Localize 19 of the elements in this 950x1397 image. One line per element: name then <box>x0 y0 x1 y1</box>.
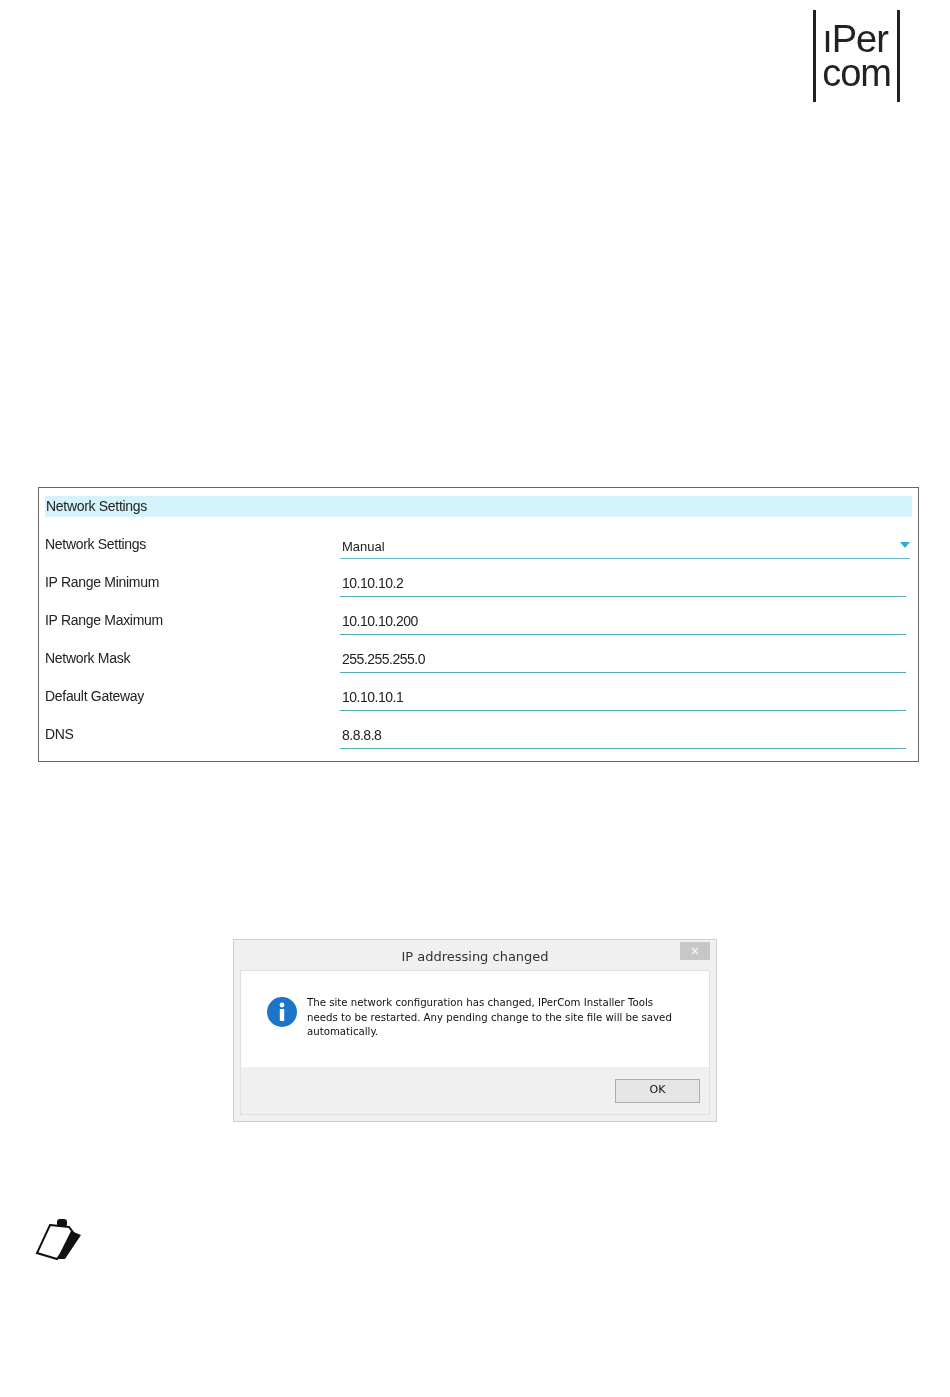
info-icon <box>267 997 297 1027</box>
field-label: IP Range Maximum <box>45 611 164 630</box>
field-label: Network Settings <box>45 535 148 554</box>
input-field[interactable]: 10.10.10.200 <box>340 611 906 635</box>
input-field[interactable]: 10.10.10.1 <box>340 687 906 711</box>
dropdown-field[interactable]: Manual <box>340 536 910 559</box>
field-label: DNS <box>45 725 75 744</box>
field-label: IP Range Minimum <box>45 573 160 592</box>
panel-header: Network Settings <box>45 496 912 517</box>
dropdown-arrow-icon <box>900 542 910 548</box>
ok-button[interactable]: OK <box>615 1078 700 1103</box>
input-field[interactable]: 8.8.8.8 <box>340 725 906 749</box>
logo: ıPer com <box>813 10 900 102</box>
input-field[interactable]: 10.10.10.2 <box>340 573 906 597</box>
field-label: Default Gateway <box>45 687 145 706</box>
input-field[interactable]: 255.255.255.0 <box>340 649 906 673</box>
field-label: Network Mask <box>45 649 132 668</box>
dialog-title: IP addressing changed <box>400 948 550 966</box>
dialog-message: The site network configuration has changed, IPerCom Installer Tools needs to be restarted. Any pending change to the site file will be saved automatically. <box>307 996 673 1039</box>
